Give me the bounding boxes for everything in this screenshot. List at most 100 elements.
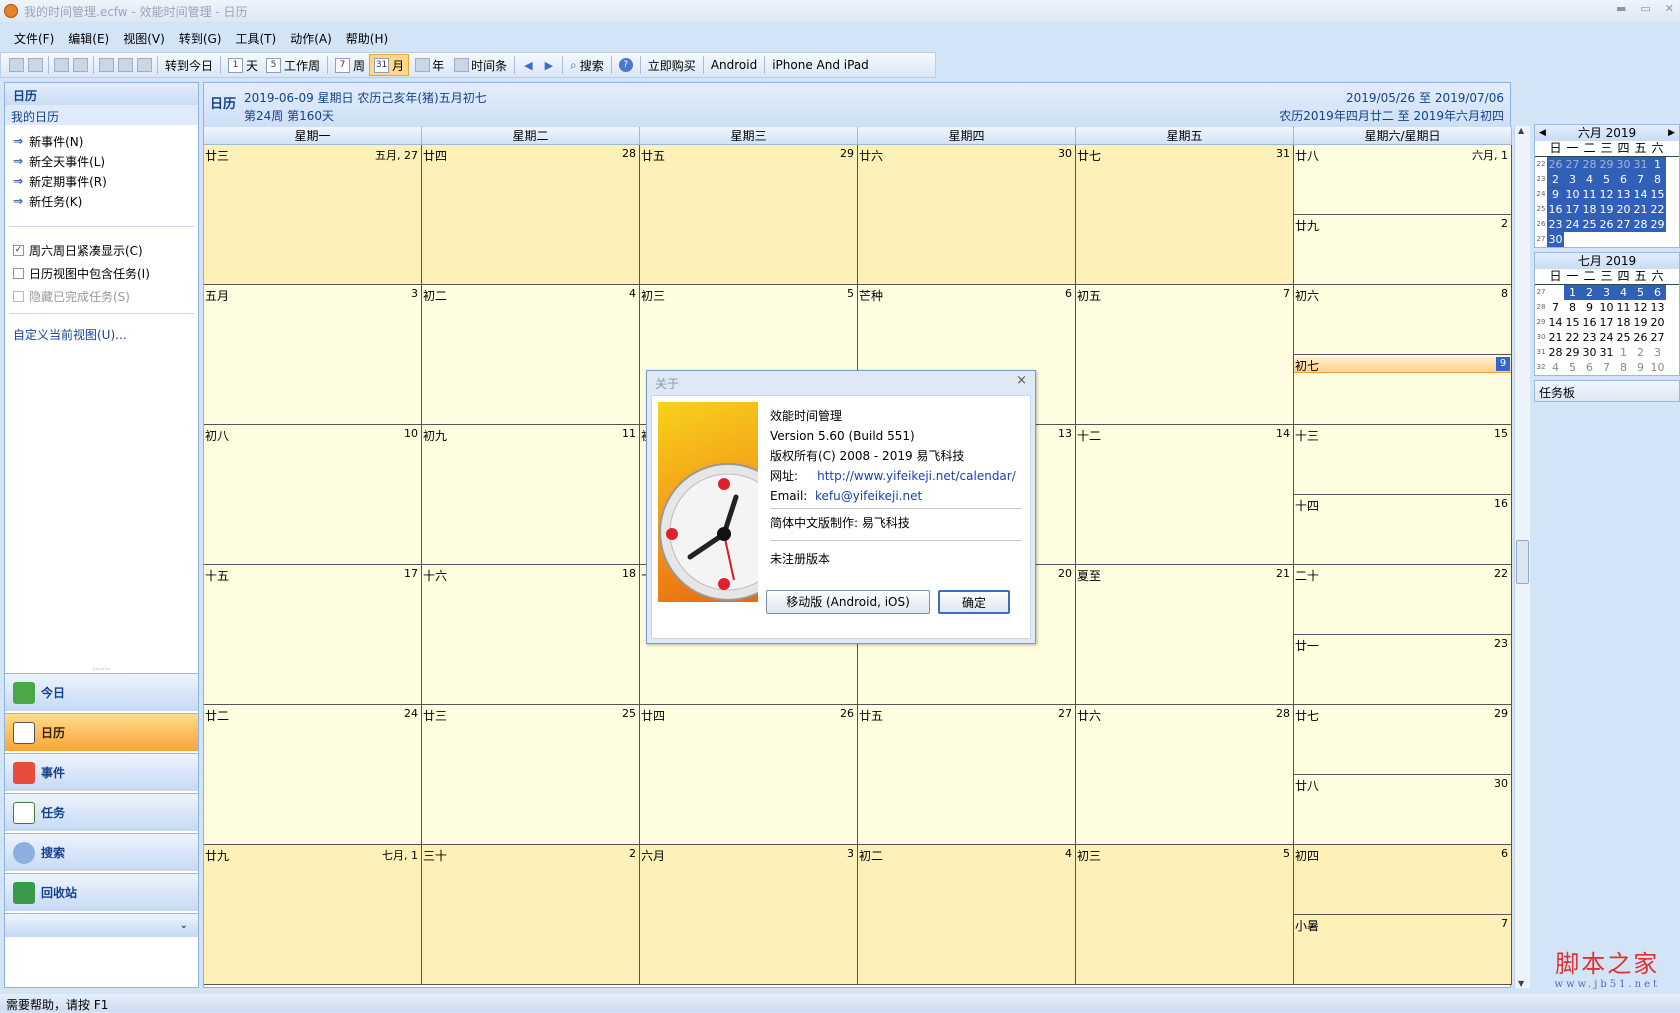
goto-today-button[interactable]: 转到今日: [161, 54, 217, 76]
new-allday-event-link[interactable]: ⇒新全天事件(L): [5, 151, 198, 171]
mini-day[interactable]: 5: [1632, 285, 1649, 300]
mini-day[interactable]: 13: [1649, 300, 1666, 315]
mini-day[interactable]: 21: [1632, 202, 1649, 217]
nav-calendar[interactable]: 日历: [5, 713, 198, 751]
mini-day[interactable]: 22: [1649, 202, 1666, 217]
menu-file[interactable]: 文件(F): [8, 27, 60, 50]
mini-day[interactable]: 2: [1632, 345, 1649, 360]
mini-day[interactable]: 31: [1632, 157, 1649, 172]
mini-day[interactable]: 10: [1564, 187, 1581, 202]
day-cell[interactable]: 廿四26: [640, 705, 858, 845]
mini-day[interactable]: 27: [1615, 217, 1632, 232]
mini-day[interactable]: 4: [1615, 285, 1632, 300]
mini-day[interactable]: 6: [1615, 172, 1632, 187]
day-cell[interactable]: 十五17: [204, 565, 422, 705]
nav-tasks[interactable]: 任务: [5, 793, 198, 831]
nav-search[interactable]: 搜索: [5, 833, 198, 871]
mini-day[interactable]: 23: [1581, 330, 1598, 345]
mini-day[interactable]: 11: [1581, 187, 1598, 202]
mini-day[interactable]: 24: [1598, 330, 1615, 345]
mini-day[interactable]: 2: [1547, 172, 1564, 187]
menu-edit[interactable]: 编辑(E): [62, 27, 115, 50]
week-view-button[interactable]: 7周: [331, 54, 369, 76]
mini-day[interactable]: 29: [1598, 157, 1615, 172]
mini-day[interactable]: 31: [1598, 345, 1615, 360]
mini-day[interactable]: 7: [1632, 172, 1649, 187]
mini-day[interactable]: 10: [1649, 360, 1666, 375]
nav-events[interactable]: 事件: [5, 753, 198, 791]
close-window-button[interactable]: ✕: [1665, 2, 1674, 15]
day-cell[interactable]: 十六18: [422, 565, 640, 705]
sunday-cell[interactable]: 初七9: [1294, 355, 1512, 425]
day-cell[interactable]: 初三5: [1076, 845, 1294, 985]
mini-day[interactable]: 30: [1615, 157, 1632, 172]
buy-now-button[interactable]: 立即购买: [644, 54, 700, 76]
mini-day[interactable]: 18: [1615, 315, 1632, 330]
day-cell[interactable]: 廿二24: [204, 705, 422, 845]
hide-completed-checkbox[interactable]: 隐藏已完成任务(S): [5, 285, 198, 308]
search-button[interactable]: ⌕搜索: [566, 54, 608, 76]
mini-day[interactable]: 21: [1547, 330, 1564, 345]
mini-day[interactable]: 28: [1581, 157, 1598, 172]
help-button[interactable]: ?: [615, 54, 637, 76]
day-cell[interactable]: 廿六28: [1076, 705, 1294, 845]
print-icon[interactable]: [54, 58, 69, 72]
mini-day[interactable]: 4: [1581, 172, 1598, 187]
open-folder-icon[interactable]: [28, 58, 43, 72]
mini-day[interactable]: 13: [1615, 187, 1632, 202]
mini-day[interactable]: 12: [1598, 187, 1615, 202]
mini-day[interactable]: 30: [1581, 345, 1598, 360]
mini-day[interactable]: 27: [1564, 157, 1581, 172]
ok-button[interactable]: 确定: [938, 590, 1010, 614]
day-cell[interactable]: 廿六30: [858, 145, 1076, 285]
new-recurring-event-link[interactable]: ⇒新定期事件(R): [5, 171, 198, 191]
sunday-cell[interactable]: 廿一23: [1294, 635, 1512, 705]
day-cell[interactable]: 夏至21: [1076, 565, 1294, 705]
mini-day[interactable]: 14: [1632, 187, 1649, 202]
sunday-cell[interactable]: 廿九2: [1294, 215, 1512, 285]
year-view-button[interactable]: 年: [409, 54, 448, 76]
mini-day[interactable]: 1: [1649, 157, 1666, 172]
scroll-up-icon[interactable]: ▲: [1518, 126, 1524, 135]
dialog-close-button[interactable]: ×: [1016, 373, 1027, 388]
mini-day[interactable]: 17: [1564, 202, 1581, 217]
new-file-icon[interactable]: [9, 58, 24, 72]
mini-day[interactable]: 26: [1632, 330, 1649, 345]
prev-arrow-icon[interactable]: ◀: [518, 59, 538, 72]
sunday-cell[interactable]: 小暑7: [1294, 915, 1512, 985]
mini-day[interactable]: 25: [1581, 217, 1598, 232]
mini-day[interactable]: 28: [1547, 345, 1564, 360]
mini-day[interactable]: 26: [1547, 157, 1564, 172]
mini-day[interactable]: 8: [1564, 300, 1581, 315]
menu-tools[interactable]: 工具(T): [229, 27, 282, 50]
mini-day[interactable]: 1: [1615, 345, 1632, 360]
mini-day[interactable]: 29: [1564, 345, 1581, 360]
android-button[interactable]: Android: [707, 54, 761, 76]
cut-icon[interactable]: [99, 58, 114, 72]
mini-day[interactable]: 1: [1564, 285, 1581, 300]
mini-day[interactable]: 15: [1649, 187, 1666, 202]
menu-action[interactable]: 动作(A): [284, 27, 338, 50]
next-month-icon[interactable]: ▶: [1668, 125, 1675, 141]
next-arrow-icon[interactable]: ▶: [539, 59, 559, 72]
compact-weekend-checkbox[interactable]: ✓周六周日紧凑显示(C): [5, 239, 198, 262]
day-cell[interactable]: 初九11: [422, 425, 640, 565]
day-view-button[interactable]: 1天: [224, 54, 262, 76]
month-view-button[interactable]: 31月: [369, 54, 409, 76]
mini-day[interactable]: 8: [1615, 360, 1632, 375]
paste-icon[interactable]: [137, 58, 152, 72]
mini-day[interactable]: 20: [1649, 315, 1666, 330]
mini-day[interactable]: 6: [1649, 285, 1666, 300]
day-cell[interactable]: 廿四28: [422, 145, 640, 285]
day-cell[interactable]: 初五7: [1076, 285, 1294, 425]
day-cell[interactable]: 十二14: [1076, 425, 1294, 565]
new-task-link[interactable]: ⇒新任务(K): [5, 191, 198, 211]
mini-day[interactable]: 3: [1598, 285, 1615, 300]
mobile-version-button[interactable]: 移动版 (Android, iOS): [766, 590, 930, 614]
iphone-ipad-button[interactable]: iPhone And iPad: [768, 54, 873, 76]
include-tasks-checkbox[interactable]: 日历视图中包含任务(I): [5, 262, 198, 285]
day-cell[interactable]: 廿九七月, 1: [204, 845, 422, 985]
day-cell[interactable]: 廿三五月, 27: [204, 145, 422, 285]
mini-day[interactable]: 18: [1581, 202, 1598, 217]
mini-day[interactable]: 28: [1632, 217, 1649, 232]
